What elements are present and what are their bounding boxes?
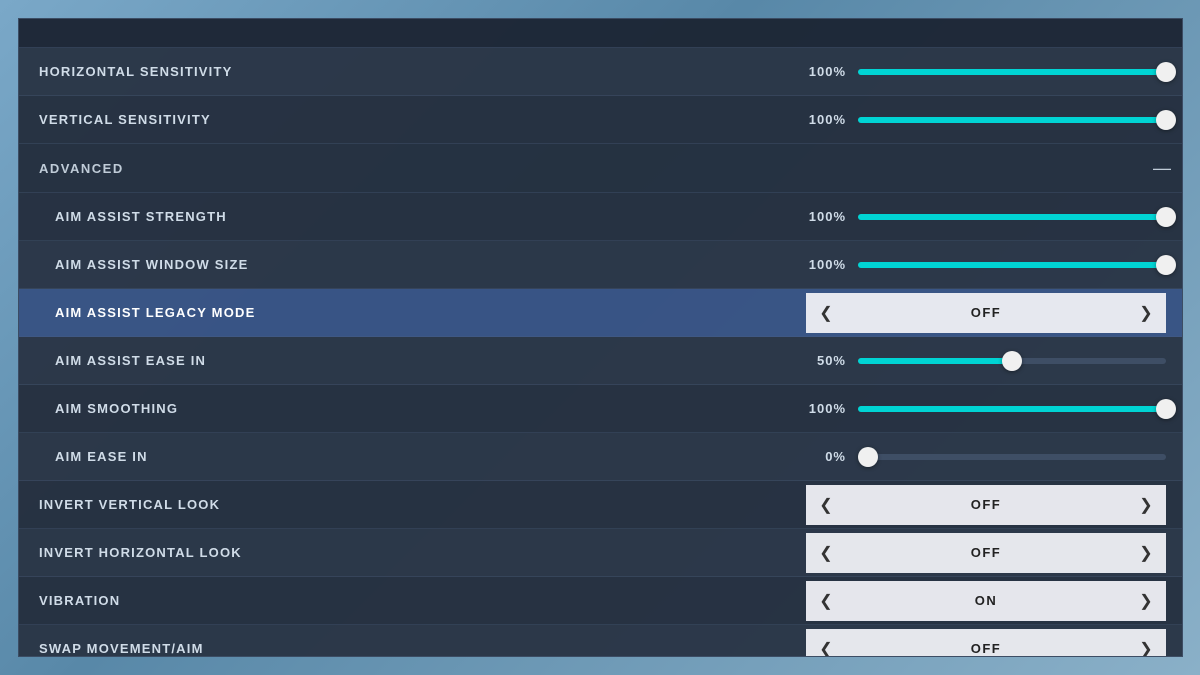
- toggle-left-arrow-invert-vertical-look[interactable]: ❮: [806, 485, 846, 525]
- slider-track-aim-assist-strength[interactable]: [858, 214, 1166, 220]
- slider-fill-aim-assist-window-size: [858, 262, 1166, 268]
- slider-container-aim-assist-ease-in[interactable]: 50%: [806, 353, 1166, 368]
- slider-fill-aim-assist-ease-in: [858, 358, 1012, 364]
- setting-row-aim-assist-window-size[interactable]: AIM ASSIST WINDOW SIZE 100%: [19, 241, 1182, 289]
- slider-fill-aim-smoothing: [858, 406, 1166, 412]
- toggle-container-vibration[interactable]: ❮ ON ❯: [806, 581, 1166, 621]
- panel-title: [19, 19, 1182, 48]
- toggle-container-swap-movement-aim[interactable]: ❮ OFF ❯: [806, 629, 1166, 657]
- slider-value-aim-ease-in: 0%: [806, 449, 846, 464]
- slider-track-aim-assist-window-size[interactable]: [858, 262, 1166, 268]
- toggle-right-arrow-aim-assist-legacy-mode[interactable]: ❯: [1126, 293, 1166, 333]
- setting-label-aim-assist-ease-in: AIM ASSIST EASE IN: [19, 353, 806, 368]
- toggle-left-arrow-aim-assist-legacy-mode[interactable]: ❮: [806, 293, 846, 333]
- controller-panel: HORIZONTAL SENSITIVITY 100% VERTICAL SEN…: [18, 18, 1183, 657]
- toggle-container-invert-vertical-look[interactable]: ❮ OFF ❯: [806, 485, 1166, 525]
- toggle-left-arrow-vibration[interactable]: ❮: [806, 581, 846, 621]
- setting-label-invert-horizontal-look: INVERT HORIZONTAL LOOK: [19, 545, 806, 560]
- slider-value-vertical-sensitivity: 100%: [806, 112, 846, 127]
- toggle-container-invert-horizontal-look[interactable]: ❮ OFF ❯: [806, 533, 1166, 573]
- slider-thumb-aim-assist-window-size[interactable]: [1156, 255, 1176, 275]
- setting-row-vibration[interactable]: VIBRATION ❮ ON ❯: [19, 577, 1182, 625]
- slider-track-horizontal-sensitivity[interactable]: [858, 69, 1166, 75]
- setting-control-swap-movement-aim[interactable]: ❮ OFF ❯: [806, 629, 1182, 657]
- setting-row-horizontal-sensitivity[interactable]: HORIZONTAL SENSITIVITY 100%: [19, 48, 1182, 96]
- toggle-container-aim-assist-legacy-mode[interactable]: ❮ OFF ❯: [806, 293, 1166, 333]
- toggle-left-arrow-invert-horizontal-look[interactable]: ❮: [806, 533, 846, 573]
- setting-control-invert-vertical-look[interactable]: ❮ OFF ❯: [806, 485, 1182, 525]
- slider-thumb-aim-assist-ease-in[interactable]: [1002, 351, 1022, 371]
- setting-row-aim-assist-strength[interactable]: AIM ASSIST STRENGTH 100%: [19, 193, 1182, 241]
- setting-label-swap-movement-aim: SWAP MOVEMENT/AIM: [19, 641, 806, 656]
- setting-row-invert-vertical-look[interactable]: INVERT VERTICAL LOOK ❮ OFF ❯: [19, 481, 1182, 529]
- toggle-value-aim-assist-legacy-mode: OFF: [846, 305, 1126, 320]
- setting-control-horizontal-sensitivity[interactable]: 100%: [806, 64, 1182, 79]
- setting-row-aim-smoothing[interactable]: AIM SMOOTHING 100%: [19, 385, 1182, 433]
- settings-list: HORIZONTAL SENSITIVITY 100% VERTICAL SEN…: [19, 48, 1182, 656]
- toggle-right-arrow-invert-horizontal-look[interactable]: ❯: [1126, 533, 1166, 573]
- setting-label-vertical-sensitivity: VERTICAL SENSITIVITY: [19, 112, 806, 127]
- setting-control-aim-assist-legacy-mode[interactable]: ❮ OFF ❯: [806, 293, 1182, 333]
- setting-control-aim-assist-strength[interactable]: 100%: [806, 209, 1182, 224]
- toggle-value-vibration: ON: [846, 593, 1126, 608]
- setting-control-aim-assist-window-size[interactable]: 100%: [806, 257, 1182, 272]
- slider-fill-horizontal-sensitivity: [858, 69, 1166, 75]
- setting-control-aim-smoothing[interactable]: 100%: [806, 401, 1182, 416]
- slider-fill-aim-assist-strength: [858, 214, 1166, 220]
- slider-track-aim-smoothing[interactable]: [858, 406, 1166, 412]
- slider-thumb-aim-ease-in[interactable]: [858, 447, 878, 467]
- slider-track-aim-ease-in[interactable]: [858, 454, 1166, 460]
- setting-label-aim-ease-in: AIM EASE IN: [19, 449, 806, 464]
- setting-label-invert-vertical-look: INVERT VERTICAL LOOK: [19, 497, 806, 512]
- setting-control-vibration[interactable]: ❮ ON ❯: [806, 581, 1182, 621]
- setting-row-advanced-section: ADVANCED —: [19, 144, 1182, 193]
- slider-thumb-aim-assist-strength[interactable]: [1156, 207, 1176, 227]
- setting-row-aim-assist-ease-in[interactable]: AIM ASSIST EASE IN 50%: [19, 337, 1182, 385]
- setting-label-aim-assist-window-size: AIM ASSIST WINDOW SIZE: [19, 257, 806, 272]
- toggle-right-arrow-swap-movement-aim[interactable]: ❯: [1126, 629, 1166, 657]
- toggle-value-swap-movement-aim: OFF: [846, 641, 1126, 656]
- slider-value-aim-assist-strength: 100%: [806, 209, 846, 224]
- slider-container-vertical-sensitivity[interactable]: 100%: [806, 112, 1166, 127]
- slider-track-aim-assist-ease-in[interactable]: [858, 358, 1166, 364]
- toggle-right-arrow-invert-vertical-look[interactable]: ❯: [1126, 485, 1166, 525]
- setting-row-aim-ease-in[interactable]: AIM EASE IN 0%: [19, 433, 1182, 481]
- setting-label-aim-assist-strength: AIM ASSIST STRENGTH: [19, 209, 806, 224]
- setting-row-aim-assist-legacy-mode[interactable]: AIM ASSIST LEGACY MODE ❮ OFF ❯: [19, 289, 1182, 337]
- setting-label-horizontal-sensitivity: HORIZONTAL SENSITIVITY: [19, 64, 806, 79]
- setting-label-aim-assist-legacy-mode: AIM ASSIST LEGACY MODE: [19, 305, 806, 320]
- slider-fill-vertical-sensitivity: [858, 117, 1166, 123]
- slider-container-aim-assist-window-size[interactable]: 100%: [806, 257, 1166, 272]
- slider-thumb-vertical-sensitivity[interactable]: [1156, 110, 1176, 130]
- slider-value-aim-smoothing: 100%: [806, 401, 846, 416]
- setting-row-invert-horizontal-look[interactable]: INVERT HORIZONTAL LOOK ❮ OFF ❯: [19, 529, 1182, 577]
- setting-control-vertical-sensitivity[interactable]: 100%: [806, 112, 1182, 127]
- slider-container-aim-smoothing[interactable]: 100%: [806, 401, 1166, 416]
- toggle-value-invert-horizontal-look: OFF: [846, 545, 1126, 560]
- slider-container-aim-ease-in[interactable]: 0%: [806, 449, 1166, 464]
- toggle-value-invert-vertical-look: OFF: [846, 497, 1126, 512]
- setting-row-swap-movement-aim[interactable]: SWAP MOVEMENT/AIM ❮ OFF ❯: [19, 625, 1182, 656]
- slider-thumb-aim-smoothing[interactable]: [1156, 399, 1176, 419]
- slider-track-vertical-sensitivity[interactable]: [858, 117, 1166, 123]
- setting-control-invert-horizontal-look[interactable]: ❮ OFF ❯: [806, 533, 1182, 573]
- setting-control-aim-assist-ease-in[interactable]: 50%: [806, 353, 1182, 368]
- slider-thumb-horizontal-sensitivity[interactable]: [1156, 62, 1176, 82]
- setting-control-aim-ease-in[interactable]: 0%: [806, 449, 1182, 464]
- slider-value-horizontal-sensitivity: 100%: [806, 64, 846, 79]
- setting-row-vertical-sensitivity[interactable]: VERTICAL SENSITIVITY 100%: [19, 96, 1182, 144]
- slider-value-aim-assist-window-size: 100%: [806, 257, 846, 272]
- toggle-left-arrow-swap-movement-aim[interactable]: ❮: [806, 629, 846, 657]
- slider-container-aim-assist-strength[interactable]: 100%: [806, 209, 1166, 224]
- slider-container-horizontal-sensitivity[interactable]: 100%: [806, 64, 1166, 79]
- section-label: ADVANCED: [39, 161, 1142, 176]
- setting-label-vibration: VIBRATION: [19, 593, 806, 608]
- setting-label-aim-smoothing: AIM SMOOTHING: [19, 401, 806, 416]
- section-collapse-btn[interactable]: —: [1142, 144, 1182, 192]
- slider-value-aim-assist-ease-in: 50%: [806, 353, 846, 368]
- toggle-right-arrow-vibration[interactable]: ❯: [1126, 581, 1166, 621]
